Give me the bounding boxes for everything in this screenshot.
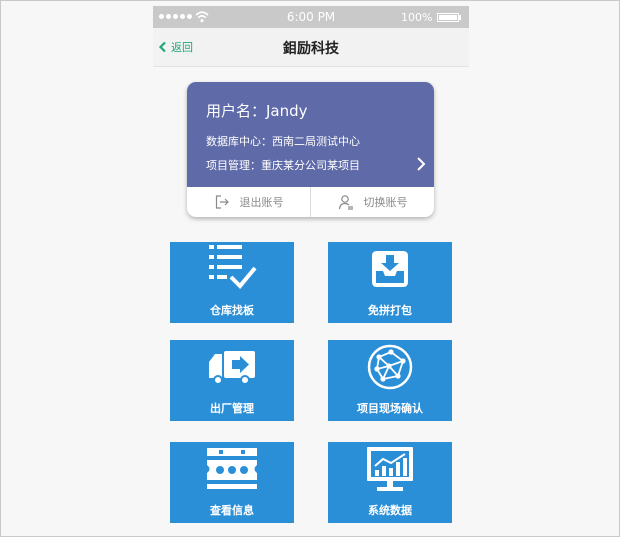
battery-icon [437,13,459,22]
switch-account-button[interactable]: 切换账号 [310,187,434,217]
inbox-download-icon [372,251,408,287]
tile-label: 出厂管理 [210,402,254,415]
data-center-text: 数据库中心：西南二局测试中心 [206,135,360,148]
app-frame: 6:00 PM 100% 返回 鉬励科技 用户名：Jandy 数据库中心：西南二… [0,0,620,537]
username: 用户名：Jandy [206,102,308,120]
battery-tip [459,15,461,20]
tile-site-confirmation[interactable]: 项目现场确认 [328,340,452,421]
network-globe-icon [367,344,413,390]
tile-factory-management[interactable]: 出厂管理 [170,340,294,421]
logout-icon [215,195,229,209]
tile-label: 免拼打包 [368,304,412,317]
page-title: 鉬励科技 [283,41,339,57]
tile-packing[interactable]: 免拼打包 [328,242,452,323]
nav-bar: 返回 鉬励科技 [153,28,469,67]
user-info-panel[interactable]: 用户名：Jandy 数据库中心：西南二局测试中心 项目管理：重庆某分公司某项目 [187,82,434,187]
monitor-chart-icon [367,447,413,491]
logout-button[interactable]: 退出账号 [187,187,310,217]
project-text: 项目管理：重庆某分公司某项目 [206,159,360,172]
switch-user-icon [338,195,353,210]
tile-label: 系统数据 [368,504,412,517]
info-panel-icon [207,448,257,489]
status-bar: 6:00 PM 100% [153,6,469,28]
tile-system-data[interactable]: 系统数据 [328,442,452,523]
switch-account-label: 切换账号 [363,196,408,209]
tile-view-info[interactable]: 查看信息 [170,442,294,523]
battery-percentage: 100% [401,11,433,24]
account-actions: 退出账号 切换账号 [187,187,434,217]
battery-level [439,15,457,20]
logout-label: 退出账号 [239,196,284,209]
tile-label: 仓库找板 [210,304,254,317]
delivery-truck-icon [209,351,255,385]
tile-warehouse-board[interactable]: 仓库找板 [170,242,294,323]
chevron-right-icon [417,157,426,171]
user-card: 用户名：Jandy 数据库中心：西南二局测试中心 项目管理：重庆某分公司某项目 … [187,82,434,217]
tile-label: 查看信息 [210,504,254,517]
checklist-icon [209,245,257,289]
tile-label: 项目现场确认 [357,402,423,415]
